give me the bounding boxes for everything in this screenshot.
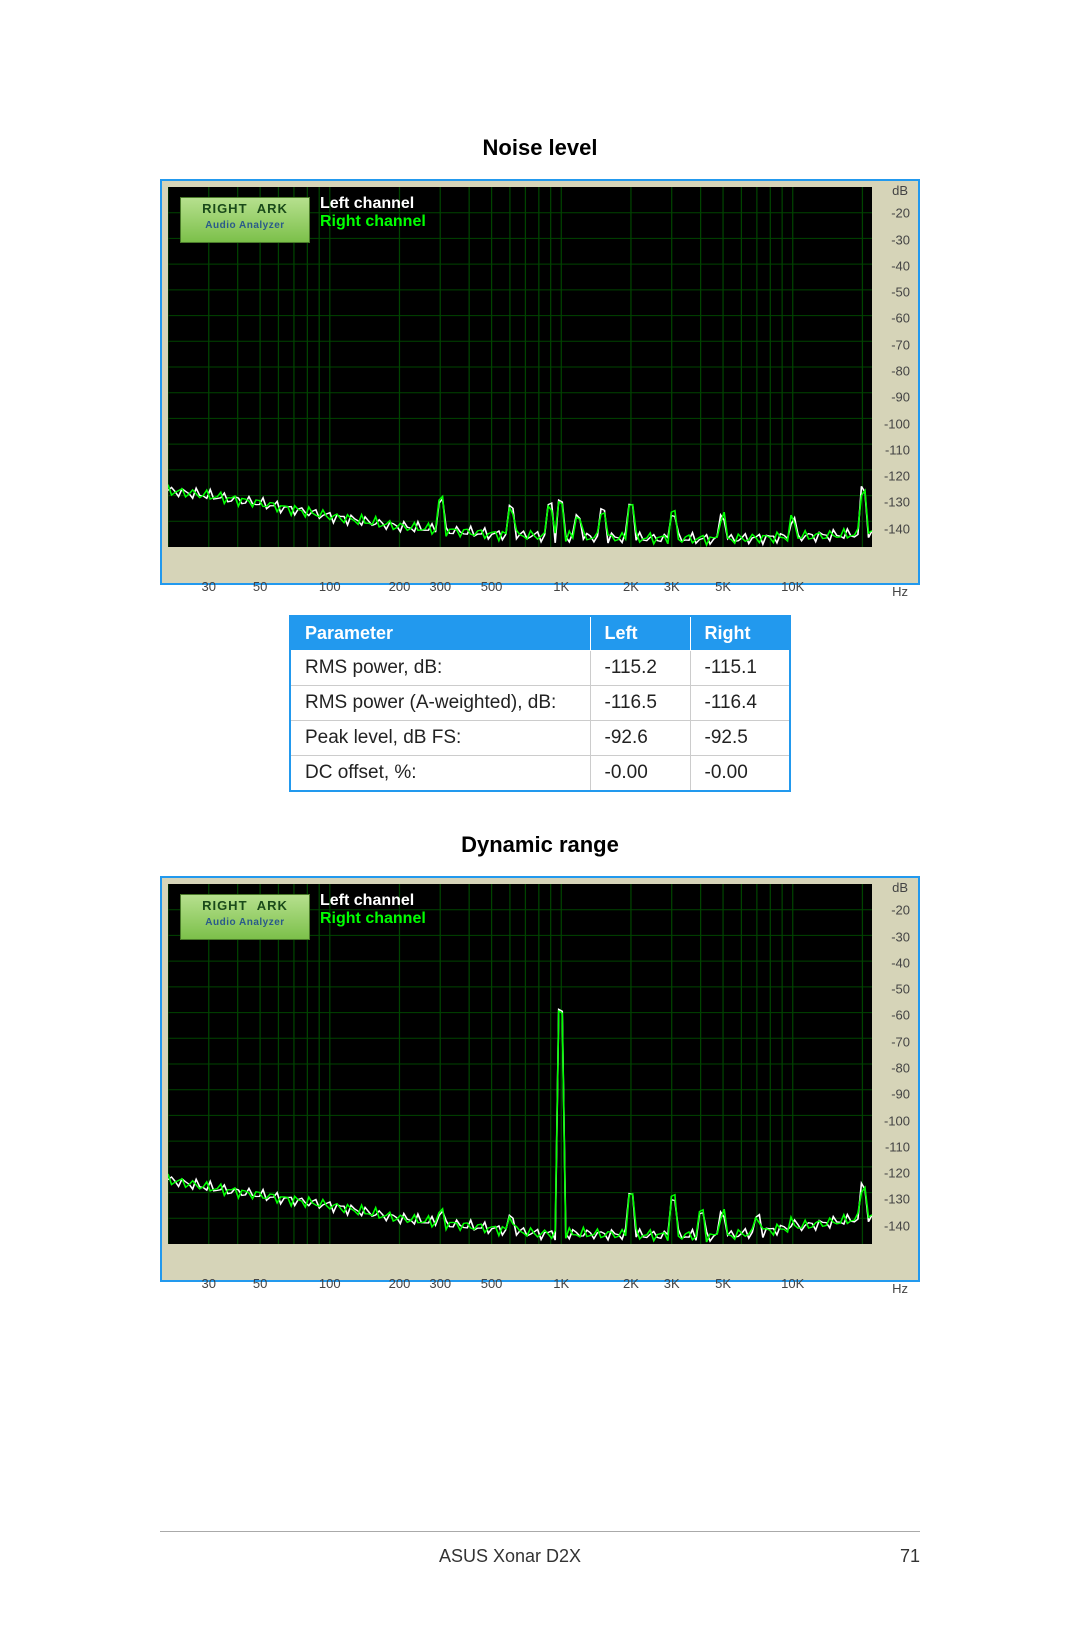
table-row: RMS power (A-weighted), dB:-116.5-116.4 [290, 686, 790, 721]
rmaa-logo: RIGHT ARK Audio Analyzer [180, 894, 310, 940]
section-title-noise: Noise level [160, 135, 920, 161]
y-axis-labels: -20-30-40-50-60-70-80-90-100-110-120-130… [876, 187, 910, 555]
x-axis-labels: 30501002003005001K2K3K5K10K [168, 579, 872, 599]
x-axis-labels: 30501002003005001K2K3K5K10K [168, 1276, 872, 1296]
x-axis-unit: Hz [892, 584, 908, 599]
section-title-dynamic: Dynamic range [160, 832, 920, 858]
noise-level-chart: dB Hz RIGHT ARK Audio Analyzer Left chan… [160, 179, 920, 585]
noise-parameters-table: Parameter Left Right RMS power, dB:-115.… [289, 615, 791, 792]
table-header-right: Right [690, 616, 790, 651]
page-footer: ASUS Xonar D2X 71 [160, 1531, 920, 1567]
footer-page-number: 71 [860, 1546, 920, 1567]
table-row: Peak level, dB FS:-92.6-92.5 [290, 721, 790, 756]
table-row: DC offset, %:-0.00-0.00 [290, 756, 790, 792]
x-axis-unit: Hz [892, 1281, 908, 1296]
dynamic-range-chart: dB Hz RIGHT ARK Audio Analyzer Left chan… [160, 876, 920, 1282]
y-axis-labels: -20-30-40-50-60-70-80-90-100-110-120-130… [876, 884, 910, 1252]
footer-product: ASUS Xonar D2X [160, 1546, 860, 1567]
table-header-left: Left [590, 616, 690, 651]
rmaa-logo: RIGHT ARK Audio Analyzer [180, 197, 310, 243]
table-body: RMS power, dB:-115.2-115.1RMS power (A-w… [290, 651, 790, 792]
table-header-parameter: Parameter [290, 616, 590, 651]
chart-legend: Left channel Right channel [320, 892, 426, 928]
table-row: RMS power, dB:-115.2-115.1 [290, 651, 790, 686]
chart-legend: Left channel Right channel [320, 195, 426, 231]
